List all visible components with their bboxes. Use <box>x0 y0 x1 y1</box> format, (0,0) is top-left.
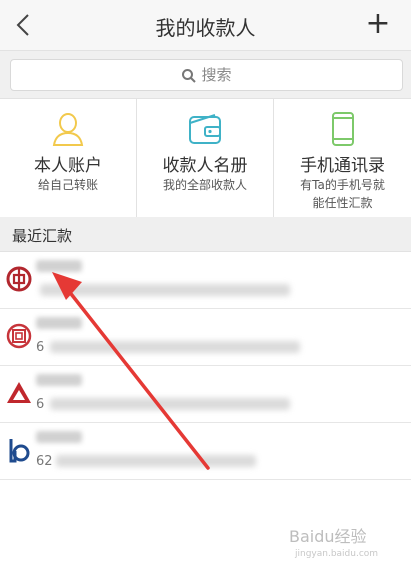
watermark-text: Baidu经验 <box>289 527 367 546</box>
wallet-icon <box>189 114 221 144</box>
recipient-name-redacted <box>36 317 82 329</box>
list-item[interactable]: 6 <box>0 309 411 366</box>
quick-actions: 本人账户 给自己转账 收款人名册 我的全部收款人 手机通讯录 有Ta的手机号就能… <box>0 98 411 218</box>
add-recipient-button[interactable]: + <box>363 8 393 42</box>
payee-book-title: 收款人名册 <box>162 156 248 176</box>
recent-section-header: 最近汇款 <box>0 217 411 252</box>
recipient-name-redacted <box>36 431 82 443</box>
recipient-name-redacted <box>36 260 82 272</box>
own-account-title: 本人账户 <box>34 156 102 176</box>
account-redacted <box>40 284 290 296</box>
account-prefix: 6 <box>36 397 45 412</box>
search-placeholder: 搜索 <box>201 66 232 84</box>
icbc-logo-icon <box>6 323 32 349</box>
recipient-name-redacted <box>36 374 82 386</box>
account-prefix: 6 <box>36 340 45 355</box>
payee-book-subtitle: 我的全部收款人 <box>162 178 247 192</box>
boc-comm-logo-icon <box>9 439 30 463</box>
list-item[interactable]: 62 <box>0 423 411 480</box>
payee-book-tile[interactable]: 收款人名册 我的全部收款人 <box>137 99 273 217</box>
search-input[interactable]: 搜索 <box>10 59 403 91</box>
own-account-tile[interactable]: 本人账户 给自己转账 <box>0 99 136 217</box>
account-redacted <box>50 341 300 353</box>
phone-contacts-subtitle-line: 有Ta的手机号就 <box>300 178 385 192</box>
phone-contacts-tile[interactable]: 手机通讯录 有Ta的手机号就 能任性汇款 <box>274 99 411 217</box>
search-icon <box>182 68 197 83</box>
boc-logo-icon <box>6 266 32 292</box>
top-bar: 我的收款人 + <box>0 0 411 51</box>
account-redacted <box>56 455 256 467</box>
ccb-like-logo-icon <box>7 382 31 403</box>
watermark-logo: Baidu经验 jingyan.baidu.com <box>289 527 378 559</box>
recent-section-title: 最近汇款 <box>12 227 73 245</box>
recent-recipient-list: 6 6 62 <box>0 252 411 480</box>
list-item[interactable] <box>0 252 411 309</box>
account-prefix: 62 <box>36 454 53 469</box>
person-icon <box>52 113 84 146</box>
phone-contacts-subtitle: 有Ta的手机号就 能任性汇款 <box>274 176 411 212</box>
own-account-subtitle: 给自己转账 <box>37 178 98 192</box>
search-bar-container: 搜索 <box>0 51 411 98</box>
account-redacted <box>50 398 290 410</box>
page-title: 我的收款人 <box>155 16 256 40</box>
phone-contacts-title: 手机通讯录 <box>300 156 385 176</box>
watermark-subtext: jingyan.baidu.com <box>294 549 378 559</box>
phone-icon <box>331 112 354 146</box>
plus-icon: + <box>365 6 391 41</box>
phone-contacts-subtitle-line: 能任性汇款 <box>312 196 373 210</box>
list-item[interactable]: 6 <box>0 366 411 423</box>
